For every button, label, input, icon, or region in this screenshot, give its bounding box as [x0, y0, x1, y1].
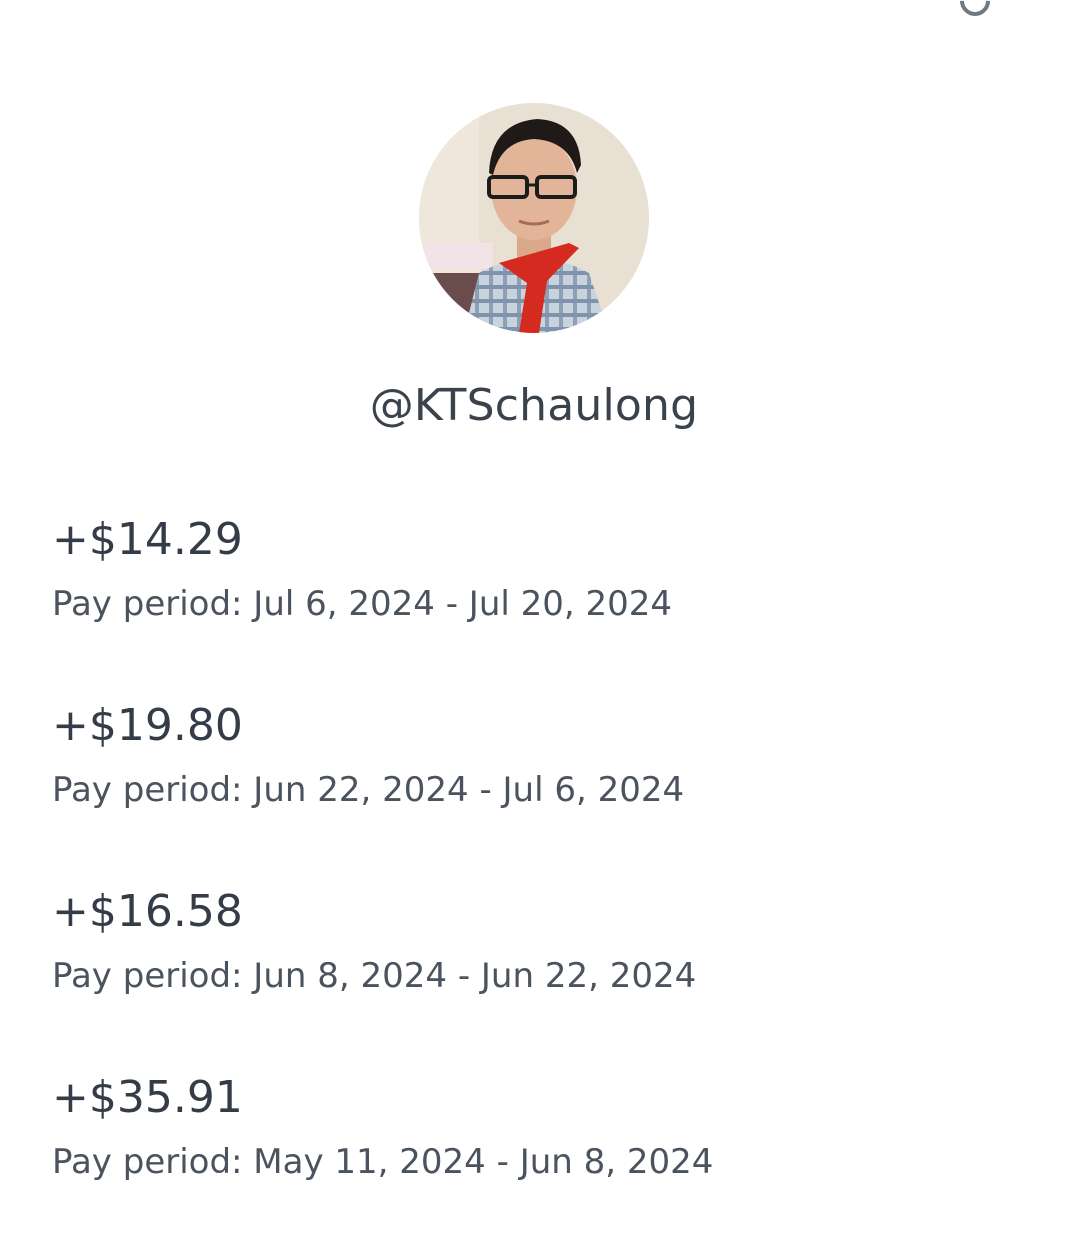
- partial-icon: [953, 0, 997, 23]
- payout-amount: +$35.91: [52, 1072, 243, 1123]
- payout-item: +$35.91 Pay period: May 11, 2024 - Jun 8…: [52, 1068, 1012, 1254]
- payout-amount: +$19.80: [52, 700, 243, 751]
- payout-period: Pay period: May 11, 2024 - Jun 8, 2024: [52, 1142, 714, 1182]
- profile-handle[interactable]: @KTSchaulong: [0, 380, 1068, 431]
- payout-period: Pay period: Jun 8, 2024 - Jun 22, 2024: [52, 956, 697, 996]
- payout-period: Pay period: Jun 22, 2024 - Jul 6, 2024: [52, 770, 685, 810]
- payout-list: +$14.29 Pay period: Jul 6, 2024 - Jul 20…: [52, 510, 1012, 1254]
- avatar-image: [419, 103, 649, 333]
- payout-amount: +$14.29: [52, 514, 243, 565]
- payout-item: +$14.29 Pay period: Jul 6, 2024 - Jul 20…: [52, 510, 1012, 696]
- payout-period: Pay period: Jul 6, 2024 - Jul 20, 2024: [52, 584, 673, 624]
- avatar[interactable]: [419, 103, 649, 333]
- payout-item: +$19.80 Pay period: Jun 22, 2024 - Jul 6…: [52, 696, 1012, 882]
- payout-item: +$16.58 Pay period: Jun 8, 2024 - Jun 22…: [52, 882, 1012, 1068]
- payout-amount: +$16.58: [52, 886, 243, 937]
